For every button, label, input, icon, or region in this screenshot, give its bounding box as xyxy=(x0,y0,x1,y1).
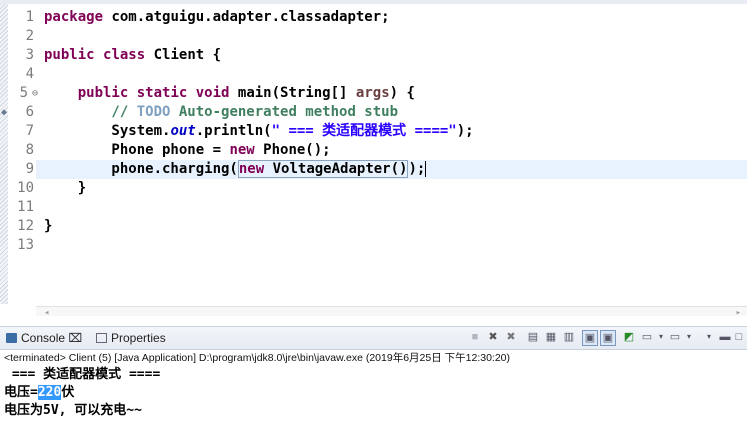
properties-icon xyxy=(96,333,107,343)
code-line-8: Phone phone = new Phone(); xyxy=(44,141,331,160)
remove-all-icon[interactable]: ✖ xyxy=(504,330,518,344)
source-code[interactable]: package com.atguigu.adapter.classadapter… xyxy=(44,4,474,234)
keyword: public xyxy=(77,85,129,101)
keyword: new xyxy=(238,161,265,177)
overview-ruler xyxy=(0,4,8,304)
display-console-dropdown-icon[interactable]: ▾ xyxy=(654,330,668,344)
code-text: Phone(); xyxy=(254,142,331,158)
code-text: phone.charging( xyxy=(44,161,238,177)
line-number: 10 xyxy=(17,180,34,196)
line-number: 11 xyxy=(17,199,34,215)
maximize-icon[interactable]: □ xyxy=(732,330,746,344)
tab-console[interactable]: Console ⌧ xyxy=(6,330,82,346)
code-line-3: public class Client { xyxy=(44,46,221,65)
code-line-10: } xyxy=(44,179,86,198)
console-text: 电压= xyxy=(4,385,38,400)
process-status: <terminated> Client (5) [Java Applicatio… xyxy=(4,352,511,364)
comment: Auto-generated method stub xyxy=(170,104,399,120)
todo-tag: TODO xyxy=(136,104,171,120)
remove-launch-icon[interactable]: ✖ xyxy=(486,330,500,344)
show-on-stderr-icon[interactable]: ▣ xyxy=(600,330,616,346)
pin-console-icon[interactable]: ◩ xyxy=(622,330,636,344)
keyword: void xyxy=(195,85,230,101)
code-line-6: // TODO Auto-generated method stub xyxy=(44,103,398,122)
line-number: 8 xyxy=(25,142,34,158)
line-number: 7 xyxy=(25,123,34,139)
line-number: 13 xyxy=(17,237,34,253)
keyword: package xyxy=(44,9,104,25)
line-number: 5 xyxy=(19,85,28,101)
code-text: ); xyxy=(456,123,474,139)
selected-text: 220 xyxy=(37,385,62,400)
string-literal: " === 类适配器模式 ====" xyxy=(271,123,457,139)
terminate-icon[interactable]: ■ xyxy=(468,330,482,344)
scroll-lock-icon[interactable]: ▦ xyxy=(544,330,558,344)
console-icon xyxy=(6,333,17,343)
show-on-stdout-icon[interactable]: ▣ xyxy=(582,330,598,346)
tab-properties[interactable]: Properties xyxy=(96,330,166,346)
bracket-match-highlight: new VoltageAdapter() xyxy=(237,160,409,178)
code-line-12: } xyxy=(44,217,52,236)
code-text: Phone phone = xyxy=(44,142,230,158)
line-number: 2 xyxy=(25,28,34,44)
word-wrap-icon[interactable]: ▥ xyxy=(562,330,576,344)
open-console-dropdown-icon[interactable]: ▾ xyxy=(682,330,696,344)
code-line-5: public static void main(String[] args) { xyxy=(44,84,415,103)
code-text: ); xyxy=(408,161,426,177)
display-console-icon[interactable]: ▭ xyxy=(640,330,654,344)
code-text: VoltageAdapter() xyxy=(264,161,408,177)
code-line-9: phone.charging(new VoltageAdapter()); xyxy=(44,160,427,179)
text-caret xyxy=(425,161,427,177)
code-text: com.atguigu.adapter.classadapter; xyxy=(103,9,390,25)
fold-toggle-icon[interactable]: ⊖ xyxy=(32,88,38,99)
panel-divider[interactable] xyxy=(0,316,747,326)
minimize-icon[interactable]: ▬ xyxy=(718,330,732,344)
code-editor[interactable]: 1 2 3 4 5 6 7 8 9 10 11 12 13 ⊖ ◆ packag… xyxy=(0,4,747,319)
comment: // xyxy=(44,104,137,120)
code-text: Client { xyxy=(145,47,222,63)
line-number: 4 xyxy=(25,66,34,82)
code-line-1: package com.atguigu.adapter.classadapter… xyxy=(44,8,390,27)
line-number: 1 xyxy=(25,9,34,25)
line-number: 3 xyxy=(25,47,34,63)
line-number: 12 xyxy=(17,218,34,234)
console-line: 电压=220伏 xyxy=(4,384,160,402)
line-number-gutter: 1 2 3 4 5 6 7 8 9 10 11 12 13 ⊖ xyxy=(8,4,38,304)
keyword: new xyxy=(229,142,255,158)
tab-label: Properties xyxy=(111,331,166,345)
line-number: 6 xyxy=(25,104,34,120)
console-tab-bar: Console ⌧ Properties ■ ✖ ✖ ▤ ▦ ▥ ▣ ▣ ◩ ▭… xyxy=(0,326,747,350)
code-line-7: System.out.println(" === 类适配器模式 ===="); xyxy=(44,122,474,141)
keyword: class xyxy=(103,47,146,63)
code-text: main(String[] xyxy=(229,85,356,101)
keyword: public xyxy=(44,47,95,63)
line-number: 9 xyxy=(25,161,34,177)
console-line: 电压为5V, 可以充电~~ xyxy=(4,403,142,418)
tab-label: Console ⌧ xyxy=(21,331,83,345)
code-text: .println( xyxy=(195,123,272,139)
keyword: static xyxy=(136,85,188,101)
console-output[interactable]: === 类适配器模式 ==== 电压=220伏 电压为5V, 可以充电~~ xyxy=(4,366,160,420)
view-menu-icon[interactable]: ▾ xyxy=(702,330,716,344)
task-marker-icon[interactable]: ◆ xyxy=(1,107,7,118)
parameter: args xyxy=(355,85,390,101)
code-text: ) { xyxy=(389,85,415,101)
code-text: } xyxy=(44,180,87,196)
clear-console-icon[interactable]: ▤ xyxy=(526,330,540,344)
code-text: System. xyxy=(44,123,171,139)
console-text: 伏 xyxy=(61,385,75,400)
code-text: } xyxy=(44,218,53,234)
static-field: out xyxy=(170,123,196,139)
console-line: === 类适配器模式 ==== xyxy=(4,367,161,382)
open-console-icon[interactable]: ▭ xyxy=(668,330,682,344)
